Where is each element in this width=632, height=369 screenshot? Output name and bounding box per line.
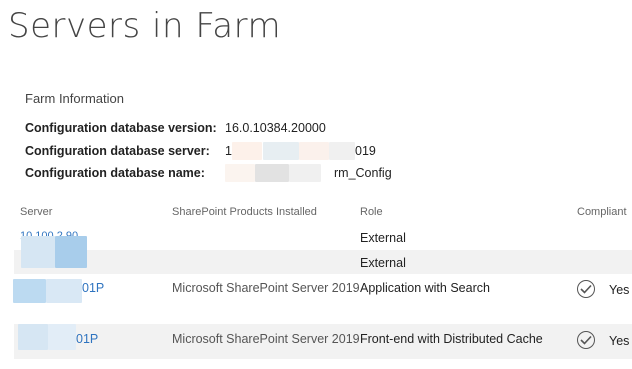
redaction-block	[46, 279, 82, 303]
redaction-block	[225, 164, 255, 182]
column-header-products[interactable]: SharePoint Products Installed	[172, 206, 317, 218]
compliant-status: Yes	[609, 334, 630, 348]
redaction-block	[289, 164, 321, 182]
check-circle-icon	[577, 280, 595, 298]
redaction-block	[299, 142, 329, 160]
check-circle-icon	[577, 331, 595, 349]
redaction-block	[21, 236, 55, 268]
page-title: Servers in Farm	[8, 6, 282, 46]
config-db-name-value-suffix: rm_Config	[334, 166, 392, 180]
config-db-server-label: Configuration database server:	[25, 144, 210, 158]
redaction-block	[55, 236, 87, 268]
redaction-block	[232, 142, 262, 160]
table-row	[14, 226, 632, 249]
column-header-compliant[interactable]: Compliant	[577, 206, 627, 218]
product-installed: Microsoft SharePoint Server 2019	[172, 281, 360, 295]
product-installed: Microsoft SharePoint Server 2019	[172, 332, 360, 346]
server-role: Front-end with Distributed Cache	[360, 332, 543, 346]
redaction-block	[13, 279, 46, 303]
column-header-role[interactable]: Role	[360, 206, 383, 218]
compliant-status: Yes	[609, 283, 630, 297]
config-db-name-row: Configuration database name: rm_Config	[25, 164, 425, 182]
server-role: Application with Search	[360, 281, 490, 295]
redaction-block	[48, 324, 76, 350]
config-db-server-row: Configuration database server: 1 019	[25, 142, 425, 160]
redaction-block	[263, 142, 299, 160]
redaction-block	[18, 324, 48, 350]
config-db-server-value-suffix: 019	[355, 144, 376, 158]
table-row	[14, 250, 632, 274]
redaction-block	[255, 164, 289, 182]
server-link[interactable]: 01P	[76, 332, 98, 346]
redaction-block	[329, 142, 355, 160]
server-link[interactable]: 01P	[82, 281, 104, 295]
config-db-version-label: Configuration database version:	[25, 121, 217, 135]
config-db-name-label: Configuration database name:	[25, 166, 205, 180]
farm-information-heading: Farm Information	[25, 91, 124, 106]
config-db-version-value: 16.0.10384.20000	[225, 121, 326, 135]
config-db-server-value-prefix: 1	[225, 144, 232, 158]
config-db-version-row: Configuration database version: 16.0.103…	[25, 119, 326, 137]
server-role: External	[360, 256, 406, 270]
column-header-server[interactable]: Server	[20, 206, 52, 218]
server-role: External	[360, 231, 406, 245]
